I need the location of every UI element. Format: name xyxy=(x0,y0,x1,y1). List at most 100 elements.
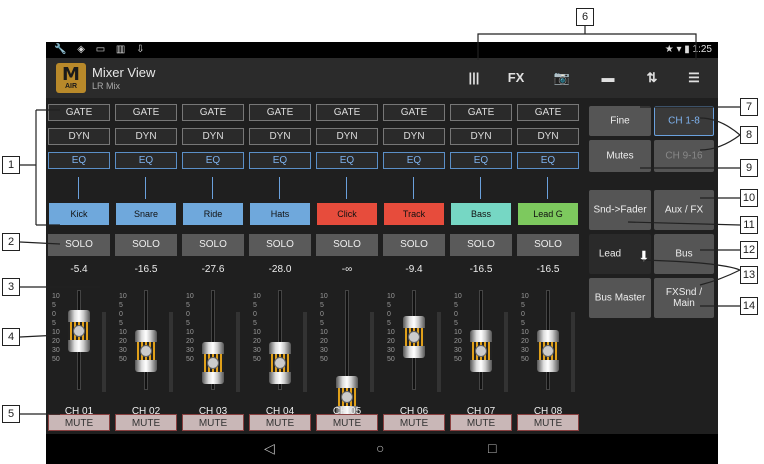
fader-handle[interactable] xyxy=(202,342,224,384)
fader-handle[interactable] xyxy=(269,342,291,384)
gate-button[interactable]: GATE xyxy=(249,104,311,121)
eq-button[interactable]: EQ xyxy=(182,152,244,169)
eq-button[interactable]: EQ xyxy=(383,152,445,169)
mute-button[interactable]: MUTE xyxy=(115,414,177,431)
callout-3: 3 xyxy=(2,278,20,296)
fader-handle[interactable] xyxy=(135,330,157,372)
scale-mark: 5 xyxy=(521,302,525,309)
gate-button[interactable]: GATE xyxy=(517,104,579,121)
eq-button[interactable]: EQ xyxy=(249,152,311,169)
solo-button[interactable]: SOLO xyxy=(316,234,378,256)
scale-mark: 30 xyxy=(253,347,261,354)
solo-button[interactable]: SOLO xyxy=(517,234,579,256)
mutes-button[interactable]: Mutes xyxy=(589,140,651,172)
eq-button[interactable]: EQ xyxy=(316,152,378,169)
channel-name-button[interactable]: Click xyxy=(317,203,377,225)
solo-button[interactable]: SOLO xyxy=(115,234,177,256)
air-logo-icon: M AIR xyxy=(56,63,86,93)
mute-button[interactable]: MUTE xyxy=(316,414,378,431)
back-icon[interactable]: ◁ xyxy=(264,440,275,457)
channel-name-button[interactable]: Hats xyxy=(250,203,310,225)
callout-13: 13 xyxy=(740,266,758,284)
mute-button[interactable]: MUTE xyxy=(182,414,244,431)
gate-button[interactable]: GATE xyxy=(316,104,378,121)
ch-1-8-button[interactable]: CH 1-8 xyxy=(654,106,714,136)
eq-button[interactable]: EQ xyxy=(517,152,579,169)
solo-button[interactable]: SOLO xyxy=(450,234,512,256)
fader-handle[interactable] xyxy=(537,330,559,372)
snd-fader-button[interactable]: Snd->Fader xyxy=(589,190,651,230)
callout-2: 2 xyxy=(2,233,20,251)
dyn-button[interactable]: DYN xyxy=(450,128,512,145)
channel-name-button[interactable]: Bass xyxy=(451,203,511,225)
dyn-button[interactable]: DYN xyxy=(249,128,311,145)
fader-scale: 10 5 0 5 10 20 30 50 xyxy=(454,292,462,364)
channel-name-button[interactable]: Lead G xyxy=(518,203,578,225)
scale-mark: 30 xyxy=(119,347,127,354)
dyn-button[interactable]: DYN xyxy=(383,128,445,145)
dyn-button[interactable]: DYN xyxy=(182,128,244,145)
fader-handle[interactable] xyxy=(470,330,492,372)
fader-track xyxy=(345,290,349,390)
signal-line xyxy=(413,177,414,199)
mute-button[interactable]: MUTE xyxy=(383,414,445,431)
mute-button[interactable]: MUTE xyxy=(48,414,110,431)
solo-button[interactable]: SOLO xyxy=(383,234,445,256)
scale-mark: 50 xyxy=(52,356,60,363)
callout-12: 12 xyxy=(740,241,758,259)
dyn-button[interactable]: DYN xyxy=(115,128,177,145)
gate-button[interactable]: GATE xyxy=(450,104,512,121)
camera-icon[interactable]: 📷 xyxy=(550,66,574,90)
eq-button[interactable]: EQ xyxy=(48,152,110,169)
signal-line xyxy=(547,177,548,199)
level-meter xyxy=(102,312,106,392)
channel-name-button[interactable]: Ride xyxy=(183,203,243,225)
mute-button[interactable]: MUTE xyxy=(450,414,512,431)
transfer-icon[interactable]: ⇅ xyxy=(640,66,664,90)
dyn-button[interactable]: DYN xyxy=(48,128,110,145)
solo-button[interactable]: SOLO xyxy=(182,234,244,256)
channel-name-button[interactable]: Snare xyxy=(116,203,176,225)
channel-name-button[interactable]: Track xyxy=(384,203,444,225)
recent-apps-icon[interactable]: □ xyxy=(488,440,496,456)
dyn-button[interactable]: DYN xyxy=(316,128,378,145)
solo-button[interactable]: SOLO xyxy=(48,234,110,256)
sliders-icon[interactable]: ☰ xyxy=(682,66,706,90)
channel-strip: GATE DYN EQ Ride SOLO -27.6 10 5 0 5 10 20 30 50 CH 03… xyxy=(180,102,246,432)
bus-button[interactable]: Bus xyxy=(654,234,714,274)
folder-icon[interactable]: ▬ xyxy=(596,66,620,90)
gate-button[interactable]: GATE xyxy=(115,104,177,121)
dyn-button[interactable]: DYN xyxy=(517,128,579,145)
channel-name-button[interactable]: Kick xyxy=(49,203,109,225)
fader-handle[interactable] xyxy=(403,316,425,358)
scale-mark: 0 xyxy=(253,311,257,318)
eq-button[interactable]: EQ xyxy=(115,152,177,169)
gate-button[interactable]: GATE xyxy=(383,104,445,121)
gate-button[interactable]: GATE xyxy=(182,104,244,121)
home-icon[interactable]: ○ xyxy=(376,440,384,456)
bus-master-button[interactable]: Bus Master xyxy=(589,278,651,318)
fader-scale: 10 5 0 5 10 20 30 50 xyxy=(253,292,261,364)
fader-scale: 10 5 0 5 10 20 30 50 xyxy=(387,292,395,364)
scale-mark: 5 xyxy=(521,320,525,327)
scale-mark: 20 xyxy=(454,338,462,345)
mute-button[interactable]: MUTE xyxy=(249,414,311,431)
fine-button[interactable]: Fine xyxy=(589,106,651,136)
fader-handle[interactable] xyxy=(68,310,90,352)
mute-button[interactable]: MUTE xyxy=(517,414,579,431)
scale-mark: 10 xyxy=(52,293,60,300)
solo-button[interactable]: SOLO xyxy=(249,234,311,256)
gate-button[interactable]: GATE xyxy=(48,104,110,121)
level-readout: -∞ xyxy=(341,264,353,275)
meters-icon[interactable]: ||| xyxy=(464,66,484,90)
scale-mark: 0 xyxy=(387,311,391,318)
aux-fx-button[interactable]: Aux / FX xyxy=(654,190,714,230)
scale-mark: 20 xyxy=(253,338,261,345)
level-readout: -16.5 xyxy=(536,264,560,275)
ch-9-16-button[interactable]: CH 9-16 xyxy=(654,140,714,172)
scale-mark: 0 xyxy=(454,311,458,318)
fx-icon[interactable]: FX xyxy=(504,66,528,90)
eq-button[interactable]: EQ xyxy=(450,152,512,169)
callout-14: 14 xyxy=(740,297,758,315)
fxsnd-main-button[interactable]: FXSnd / Main xyxy=(654,278,714,318)
